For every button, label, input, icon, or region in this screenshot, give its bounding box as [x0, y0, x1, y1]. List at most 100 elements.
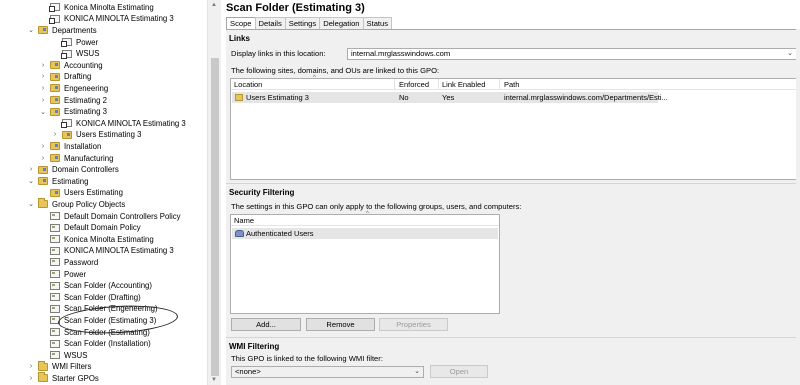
- collapse-icon[interactable]: ⌄: [27, 26, 35, 34]
- expand-icon[interactable]: ›: [39, 154, 47, 162]
- tree-item[interactable]: Scan Folder (Accounting): [39, 280, 152, 292]
- tree-item-label: Installation: [64, 141, 102, 151]
- tree-item[interactable]: Password: [39, 257, 98, 269]
- wmi-filter-dropdown[interactable]: <none> ⌄: [231, 366, 424, 378]
- tree-item[interactable]: Scan Folder (Installation): [39, 338, 151, 350]
- security-list[interactable]: ^ Name Authenticated Users: [230, 211, 500, 314]
- expand-icon[interactable]: ›: [39, 73, 47, 81]
- tree-item[interactable]: Konica Minolta Estimating: [39, 234, 154, 246]
- tree-item[interactable]: ⌄ Estimating: [27, 176, 88, 188]
- wmi-description: This GPO is linked to the following WMI …: [231, 354, 383, 363]
- column-name[interactable]: Name: [234, 216, 254, 225]
- scroll-down-icon[interactable]: ▼: [211, 377, 217, 383]
- tree-item[interactable]: ⌄ Estimating 3: [39, 106, 107, 118]
- security-principal: Authenticated Users: [246, 229, 314, 238]
- tree-item[interactable]: › Drafting: [39, 71, 91, 83]
- tree-item[interactable]: KONICA MINOLTA Estimating 3: [51, 118, 186, 130]
- expand-icon[interactable]: ›: [39, 84, 47, 92]
- tree-item[interactable]: Konica Minolta Estimating: [39, 2, 154, 14]
- tree-item[interactable]: Power: [51, 36, 98, 48]
- tree-item-label: Default Domain Controllers Policy: [64, 211, 181, 221]
- tree-item[interactable]: › WMI Filters: [27, 360, 92, 373]
- remove-button[interactable]: Remove: [306, 318, 375, 331]
- gpo-link-icon: [61, 49, 72, 59]
- links-list[interactable]: ^ Location Enforced Link Enabled Path Us…: [230, 75, 797, 180]
- tree-item[interactable]: › Manufacturing: [39, 152, 114, 164]
- expand-icon[interactable]: ›: [27, 374, 35, 382]
- column-location[interactable]: Location: [234, 80, 262, 89]
- tree-item[interactable]: › Estimating 2: [39, 94, 107, 106]
- tree-item[interactable]: Default Domain Controllers Policy: [39, 210, 181, 222]
- tree-item[interactable]: Scan Folder (Drafting): [39, 292, 141, 304]
- tree-item-label: Users Estimating: [64, 188, 123, 198]
- add-button[interactable]: Add...: [231, 318, 301, 331]
- collapse-icon[interactable]: ⌄: [27, 200, 35, 208]
- tree-item-label: Konica Minolta Estimating: [64, 234, 154, 244]
- expand-icon[interactable]: ›: [39, 142, 47, 150]
- table-row[interactable]: Users Estimating 3 No Yes internal.mrgla…: [232, 92, 668, 103]
- gpo-icon: [50, 270, 60, 279]
- link-path: internal.mrglasswindows.com/Departments/…: [504, 93, 668, 102]
- tree-item[interactable]: Users Estimating: [39, 187, 123, 199]
- column-enforced[interactable]: Enforced: [399, 80, 429, 89]
- expand-icon[interactable]: ›: [39, 96, 47, 104]
- gpo-icon: [50, 293, 60, 302]
- tab-delegation[interactable]: Delegation: [319, 17, 364, 29]
- tree-item-label: Starter GPOs: [52, 373, 99, 383]
- tab-scope[interactable]: Scope: [226, 17, 256, 29]
- tree-item-label: Password: [64, 257, 99, 267]
- tree-item[interactable]: KONICA MINOLTA Estimating 3: [39, 245, 174, 257]
- open-button[interactable]: Open: [430, 365, 488, 378]
- expand-icon[interactable]: ›: [27, 363, 35, 371]
- location-dropdown[interactable]: internal.mrglasswindows.com ⌄: [347, 48, 797, 60]
- tree-item[interactable]: ⌄ Group Policy Objects: [27, 198, 125, 211]
- tree-item[interactable]: Power: [39, 268, 86, 280]
- expand-icon[interactable]: ›: [27, 166, 35, 174]
- tree-item-label: Engeneering: [64, 83, 109, 93]
- expand-icon[interactable]: ›: [39, 61, 47, 69]
- tree-item[interactable]: KONICA MINOLTA Estimating 3: [39, 13, 174, 25]
- tree-item[interactable]: › Domain Controllers: [27, 164, 119, 176]
- details-scrollbar[interactable]: [796, 29, 800, 385]
- tree-item[interactable]: Default Domain Policy: [39, 222, 141, 234]
- tree-item-label: WMI Filters: [52, 362, 92, 372]
- scroll-up-icon[interactable]: ▲: [211, 2, 217, 8]
- tree-item-label: Estimating 3: [64, 107, 107, 117]
- properties-button[interactable]: Properties: [379, 318, 448, 331]
- tab-details[interactable]: Details: [254, 17, 286, 29]
- collapse-icon[interactable]: ⌄: [39, 108, 47, 116]
- ou-icon: [50, 61, 60, 70]
- tree-item[interactable]: › Starter GPOs: [27, 372, 99, 385]
- expand-icon[interactable]: ›: [51, 131, 59, 139]
- tree-item-label: Estimating: [52, 176, 89, 186]
- column-link-enabled[interactable]: Link Enabled: [442, 80, 485, 89]
- gpo-icon: [50, 351, 60, 360]
- tab-settings[interactable]: Settings: [284, 17, 321, 29]
- chevron-down-icon[interactable]: ⌄: [414, 367, 420, 377]
- tree-item[interactable]: WSUS: [39, 350, 87, 362]
- column-path[interactable]: Path: [504, 80, 519, 89]
- tree-item[interactable]: › Engeneering: [39, 83, 108, 95]
- collapse-icon[interactable]: ⌄: [27, 177, 35, 185]
- gpo-icon: [50, 304, 60, 313]
- folder-icon: [38, 372, 48, 383]
- chevron-down-icon[interactable]: ⌄: [787, 49, 793, 59]
- scrollbar-thumb[interactable]: [211, 58, 219, 376]
- tree-scrollbar[interactable]: ▲ ▼: [207, 0, 221, 385]
- tree-item-label: Manufacturing: [64, 153, 114, 163]
- tree-item[interactable]: WSUS: [51, 48, 99, 60]
- tree-item[interactable]: › Accounting: [39, 60, 103, 72]
- tab-status[interactable]: Status: [362, 17, 393, 29]
- tree-item[interactable]: › Installation: [39, 141, 101, 153]
- tree-item[interactable]: › Users Estimating 3: [51, 129, 142, 141]
- tree-item-label: KONICA MINOLTA Estimating 3: [64, 14, 174, 24]
- ou-icon: [50, 154, 60, 163]
- table-row[interactable]: Authenticated Users: [232, 228, 498, 239]
- tree-item[interactable]: ⌄ Departments: [27, 25, 97, 37]
